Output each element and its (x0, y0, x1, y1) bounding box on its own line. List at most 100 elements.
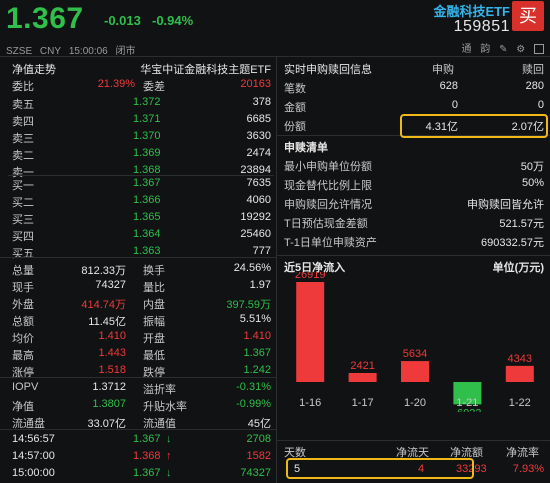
info-row: T日预估现金差额 521.57元 (278, 212, 550, 231)
flow-bar-label: 2421 (350, 360, 374, 372)
net-inflow-chart: 269191-1624211-1756341-20-60231-2143431-… (295, 272, 534, 412)
list-value: 690332.57元 (481, 237, 544, 249)
bid-price: 1.365 (133, 211, 161, 223)
tick-price: 1.367 (133, 433, 161, 445)
summary-header: 净流率 (506, 447, 539, 459)
flow-bar (505, 365, 534, 382)
bid-price: 1.367 (133, 177, 161, 189)
ask-price: 1.369 (133, 147, 161, 159)
weibi-value: 21.39% (97, 78, 135, 90)
ask-price: 1.372 (133, 96, 161, 108)
info-row: 实时申购赎回信息 申购 赎回 (278, 58, 550, 77)
info-row: 申赎清单 (278, 136, 550, 155)
bid-price: 1.363 (133, 245, 161, 257)
stat-value: -0.99% (236, 398, 271, 410)
tick-volume: 1582 (246, 450, 271, 462)
settings-icon[interactable]: ⚙ (516, 44, 525, 55)
subscription-title: 实时申购赎回信息 (284, 64, 372, 76)
list-value: 申购赎回皆允许 (467, 199, 544, 211)
weibi-label: 委比 (12, 81, 34, 93)
arrow-down-icon: ↓ (166, 433, 172, 445)
etf-code: 159851 (453, 18, 510, 35)
bid-volume: 25460 (240, 228, 271, 240)
header-toolbar: 通 韵 ✎ ⚙ (456, 40, 544, 55)
list-value: 50万 (520, 161, 544, 173)
ask-volume: 378 (252, 96, 271, 108)
ask-price: 1.370 (133, 130, 161, 142)
tick-volume: 74327 (240, 467, 271, 479)
buy-button[interactable]: 买 (512, 1, 544, 31)
info-row: 现金替代比例上限 50% (278, 174, 550, 193)
panel-divider (276, 57, 277, 483)
info-row: 最小申购单位份额 50万 (278, 155, 550, 174)
sub-value: 628 (439, 80, 458, 92)
info-row: 金额 0 0 (278, 96, 550, 115)
summary-highlight-box (286, 458, 474, 479)
tick-time: 14:57:00 (12, 450, 55, 462)
tick-volume: 2708 (246, 433, 271, 445)
stat-value: 1.443 (98, 347, 126, 359)
stat-value: 1.367 (243, 347, 271, 359)
weicha-label: 委差 (143, 81, 165, 93)
flow-date-label: 1-21 (456, 397, 478, 409)
flow-bar (296, 282, 325, 382)
tong-icon[interactable]: 通 (462, 44, 472, 55)
price-change: -0.013 (104, 13, 141, 28)
stat-value: 1.3807 (92, 398, 126, 410)
col-subscribe: 申购 (432, 64, 454, 76)
flow-date-label: 1-17 (352, 397, 374, 409)
tick-time: 15:00:00 (12, 467, 55, 479)
stat-value: 1.410 (243, 330, 271, 342)
ask-price: 1.371 (133, 113, 161, 125)
stat-value: 1.410 (98, 330, 126, 342)
market-meta: SZSE CNY 15:00:06 闭市 (6, 42, 141, 57)
list-label: 现金替代比例上限 (284, 180, 372, 192)
flow-bar (348, 373, 377, 382)
list-title: 申赎清单 (284, 142, 328, 154)
book-bottom-divider (0, 257, 276, 258)
tick-time: 14:56:57 (12, 433, 55, 445)
bid-volume: 777 (252, 245, 271, 257)
bid-volume: 4060 (246, 194, 271, 206)
quote-row: 15:00:00 1.367 ↓ 74327 (0, 464, 275, 483)
arrow-up-icon: ↑ (166, 450, 172, 462)
stat-value: 1.518 (98, 364, 126, 376)
window-icon[interactable] (534, 44, 544, 55)
col-redeem: 赎回 (522, 64, 544, 76)
weicha-value: 20163 (240, 78, 271, 90)
flow-date-label: 1-16 (299, 397, 321, 409)
tick-price: 1.367 (133, 467, 161, 479)
list-value: 50% (521, 177, 544, 189)
redeem-value: 0 (537, 99, 544, 111)
flow-date-label: 1-22 (509, 397, 531, 409)
flow-bar-label: 26919 (295, 272, 326, 281)
price-change-pct: -0.94% (152, 13, 194, 28)
ask-volume: 3630 (246, 130, 271, 142)
quote-row: 委比 21.39% 委差 20163 (0, 75, 275, 94)
list-label: 申购赎回允许情况 (284, 199, 372, 211)
stat-value: 5.51% (239, 313, 271, 325)
stat-value: 24.56% (233, 262, 271, 274)
bid-volume: 19292 (240, 211, 271, 223)
header-divider (0, 56, 550, 57)
sub-row-label: 份额 (284, 121, 306, 133)
edit-icon[interactable]: ✎ (499, 44, 507, 55)
stat-value: 1.3712 (92, 381, 126, 393)
bid-price: 1.366 (133, 194, 161, 206)
sub-row-label: 笔数 (284, 83, 306, 95)
stat-label: IOPV (12, 381, 39, 393)
bid-volume: 7635 (246, 177, 271, 189)
list-value: 521.57元 (499, 218, 544, 230)
flow-bar-label: 4343 (508, 353, 532, 365)
ask-volume: 6685 (246, 113, 271, 125)
info-row: 申购赎回允许情况 申购赎回皆允许 (278, 193, 550, 212)
flow-bar (401, 361, 429, 382)
arrow-down-icon: ↓ (166, 467, 172, 479)
stat-value: -0.31% (236, 381, 271, 393)
tick-price: 1.368 (133, 450, 161, 462)
yun-icon[interactable]: 韵 (480, 44, 490, 55)
sub-row-label: 金额 (284, 102, 306, 114)
list-label: T日预估现金差额 (284, 218, 368, 230)
summary-value: 7.93% (512, 463, 544, 475)
share-highlight-box (400, 114, 548, 138)
